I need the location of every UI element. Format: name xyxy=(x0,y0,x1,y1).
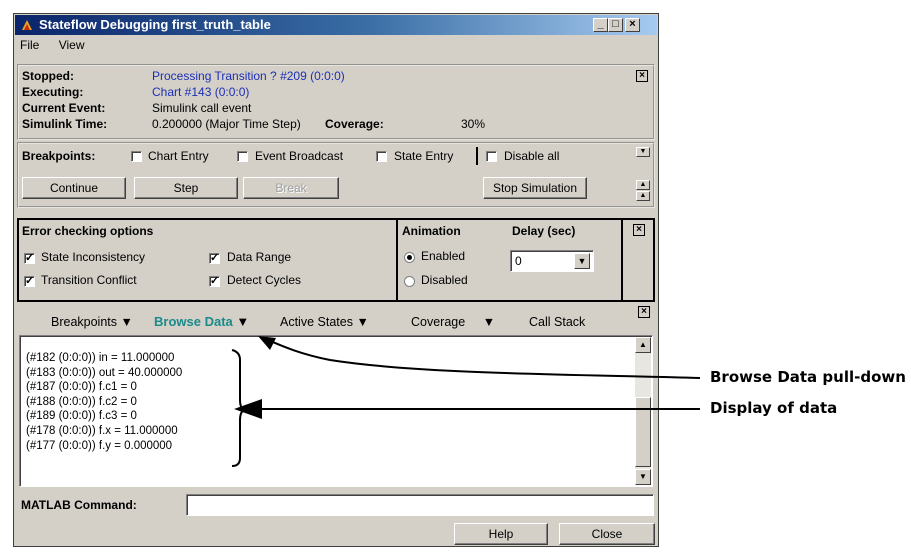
data-line: (#189 (0:0:0)) f.c3 = 0 xyxy=(26,410,137,423)
tab-browse-data[interactable]: Browse Data ▼ xyxy=(154,314,249,329)
data-line: (#182 (0:0:0)) in = 11.000000 xyxy=(26,352,175,364)
delay-dropdown-icon[interactable]: ▼ xyxy=(574,253,590,269)
event-broadcast-checkbox[interactable] xyxy=(237,151,248,162)
detect-cycles-label: Detect Cycles xyxy=(227,273,302,287)
tab-coverage[interactable]: Coverage ▼ xyxy=(411,315,495,329)
detect-cycles-checkbox[interactable]: ✓ xyxy=(209,276,220,287)
animation-enabled-label: Enabled xyxy=(421,249,466,263)
tab-call-stack[interactable]: Call Stack xyxy=(529,315,585,329)
options-divider-2 xyxy=(621,220,623,300)
close-browse-panel-icon[interactable]: × xyxy=(638,306,650,318)
current-event-label: Current Event: xyxy=(22,101,106,115)
breakpoints-dropdown-icon[interactable]: ▼ xyxy=(121,315,133,329)
simulink-time-label: Simulink Time: xyxy=(22,117,108,131)
data-range-checkbox[interactable]: ✓ xyxy=(209,253,220,264)
chart-entry-checkbox[interactable] xyxy=(131,151,142,162)
options-divider xyxy=(396,220,398,300)
step-button[interactable]: Step xyxy=(134,177,238,199)
scroll-up-arrow-icon[interactable]: ▲ xyxy=(636,180,650,190)
stopped-value: Processing Transition ? #209 (0:0:0) xyxy=(152,69,345,83)
close-status-panel-icon[interactable]: × xyxy=(636,70,648,82)
animation-title: Animation xyxy=(402,224,461,238)
collapse-arrow-icon[interactable]: ▼ xyxy=(636,147,650,157)
state-entry-checkbox[interactable] xyxy=(376,151,387,162)
options-panel: Error checking options ✓ State Inconsist… xyxy=(17,218,655,302)
disable-all-label: Disable all xyxy=(504,149,560,163)
current-event-value: Simulink call event xyxy=(152,101,252,115)
title-bar[interactable]: Stateflow Debugging first_truth_table _ … xyxy=(15,15,657,35)
help-button[interactable]: Help xyxy=(454,523,548,545)
chart-entry-label: Chart Entry xyxy=(148,149,209,163)
browse-data-dropdown-icon[interactable]: ▼ xyxy=(236,314,249,329)
animation-disabled-label: Disabled xyxy=(421,273,468,287)
delay-label: Delay (sec) xyxy=(512,224,576,238)
data-scrollbar[interactable]: ▲ ▼ xyxy=(635,337,651,485)
coverage-value: 30% xyxy=(461,117,486,131)
break-button: Break xyxy=(243,177,339,199)
data-line: (#178 (0:0:0)) f.x = 11.000000 xyxy=(26,424,178,437)
close-options-panel-icon[interactable]: × xyxy=(633,224,645,236)
simulink-time-value: 0.200000 (Major Time Step) xyxy=(152,117,301,131)
breakpoints-label: Breakpoints: xyxy=(22,149,96,163)
menu-view[interactable]: View xyxy=(56,38,88,52)
stop-simulation-button[interactable]: Stop Simulation xyxy=(483,177,587,199)
coverage-dropdown-icon[interactable]: ▼ xyxy=(483,315,495,329)
scroll-thumb[interactable] xyxy=(635,397,651,467)
browse-data-pulldown-annotation: Browse Data pull-down xyxy=(710,368,906,386)
breakpoints-panel: Breakpoints: Chart Entry Event Broadcast… xyxy=(17,142,655,208)
tab-breakpoints[interactable]: Breakpoints ▼ xyxy=(51,315,133,329)
data-line: (#187 (0:0:0)) f.c1 = 0 xyxy=(26,381,137,394)
data-line: (#188 (0:0:0)) f.c2 = 0 xyxy=(26,395,137,408)
error-checking-title: Error checking options xyxy=(22,224,154,238)
breakpoints-divider xyxy=(476,147,478,165)
disable-all-checkbox[interactable] xyxy=(486,151,497,162)
menu-bar: File View xyxy=(17,38,97,56)
data-line: (#183 (0:0:0)) out = 40.000000 xyxy=(26,366,183,379)
tab-active-states[interactable]: Active States ▼ xyxy=(280,315,369,329)
status-panel: Stopped: Processing Transition ? #209 (0… xyxy=(17,64,655,140)
scroll-down-icon[interactable]: ▼ xyxy=(635,469,651,485)
state-inconsistency-checkbox[interactable]: ✓ xyxy=(24,253,35,264)
window-title: Stateflow Debugging first_truth_table xyxy=(39,17,271,32)
state-entry-label: State Entry xyxy=(394,149,454,163)
data-bracket xyxy=(231,349,246,467)
data-display[interactable]: (#182 (0:0:0)) in = 11.000000 (#183 (0:0… xyxy=(19,335,653,487)
menu-file[interactable]: File xyxy=(17,38,42,52)
close-window-button[interactable]: × xyxy=(625,18,640,32)
animation-enabled-radio[interactable] xyxy=(404,252,415,263)
delay-value: 0 xyxy=(515,254,522,268)
stopped-label: Stopped: xyxy=(22,69,74,83)
data-lines: (#182 (0:0:0)) in = 11.000000 (#183 (0:0… xyxy=(26,351,182,453)
coverage-label: Coverage: xyxy=(325,117,384,131)
display-of-data-annotation: Display of data xyxy=(710,399,838,417)
active-states-dropdown-icon[interactable]: ▼ xyxy=(356,315,368,329)
delay-select[interactable]: 0 ▼ xyxy=(510,250,594,272)
continue-button[interactable]: Continue xyxy=(22,177,126,199)
maximize-button[interactable]: □ xyxy=(608,18,623,32)
stateflow-icon xyxy=(22,20,32,30)
data-line: (#177 (0:0:0)) f.y = 0.000000 xyxy=(26,439,173,452)
close-button[interactable]: Close xyxy=(559,523,655,545)
executing-value: Chart #143 (0:0:0) xyxy=(152,85,250,99)
state-inconsistency-label: State Inconsistency xyxy=(41,250,146,264)
matlab-command-label: MATLAB Command: xyxy=(21,498,137,512)
minimize-button[interactable]: _ xyxy=(593,18,608,32)
scroll-up-icon[interactable]: ▲ xyxy=(635,337,651,353)
executing-label: Executing: xyxy=(22,85,84,99)
data-range-label: Data Range xyxy=(227,250,292,264)
event-broadcast-label: Event Broadcast xyxy=(255,149,344,163)
transition-conflict-label: Transition Conflict xyxy=(41,273,137,287)
stateflow-debugger-window: Stateflow Debugging first_truth_table _ … xyxy=(13,13,659,547)
animation-disabled-radio[interactable] xyxy=(404,276,415,287)
scroll-up-arrow-icon-2[interactable]: ▲ xyxy=(636,191,650,201)
matlab-command-input[interactable] xyxy=(186,494,654,516)
transition-conflict-checkbox[interactable]: ✓ xyxy=(24,276,35,287)
